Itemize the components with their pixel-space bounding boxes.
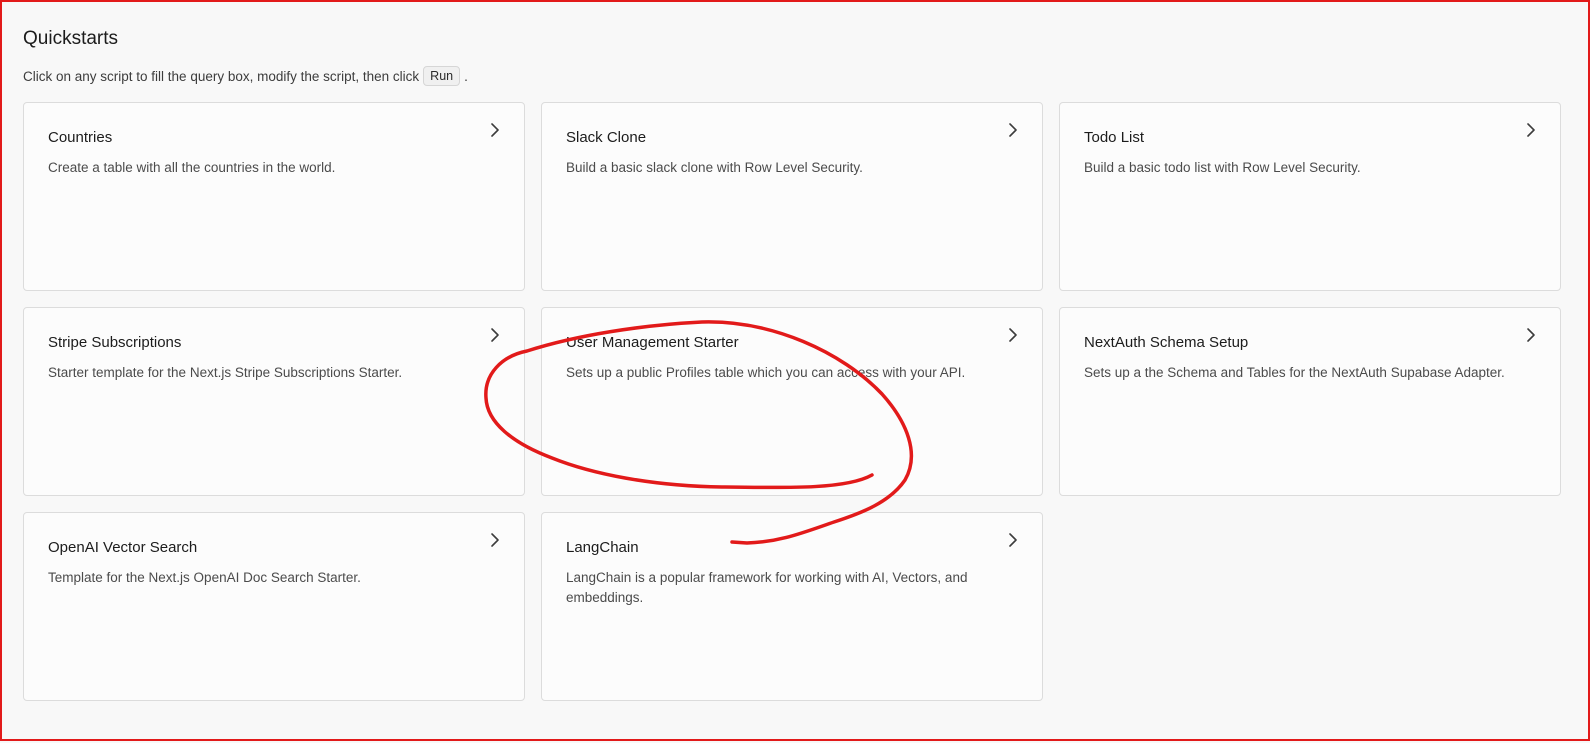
card-title: Countries bbox=[48, 129, 113, 146]
run-keyword-chip: Run bbox=[423, 66, 461, 86]
quickstart-grid: Countries Create a table with all the co… bbox=[23, 102, 1561, 701]
card-description: LangChain is a popular framework for wor… bbox=[566, 570, 968, 605]
quickstart-card-langchain[interactable]: LangChain LangChain is a popular framewo… bbox=[541, 512, 1043, 701]
card-title: NextAuth Schema Setup bbox=[1084, 334, 1249, 351]
card-description: Sets up a public Profiles table which yo… bbox=[566, 365, 966, 380]
chevron-right-icon bbox=[1009, 123, 1017, 137]
quickstart-card-stripe-subscriptions[interactable]: Stripe Subscriptions Starter template fo… bbox=[23, 307, 525, 496]
card-title: OpenAI Vector Search bbox=[48, 539, 198, 556]
card-description: Starter template for the Next.js Stripe … bbox=[48, 365, 403, 380]
chevron-right-icon bbox=[491, 328, 499, 342]
card-description: Create a table with all the countries in… bbox=[48, 160, 336, 175]
quickstart-card-openai-vector-search[interactable]: OpenAI Vector Search Template for the Ne… bbox=[23, 512, 525, 701]
quickstart-card-nextauth-schema-setup[interactable]: NextAuth Schema Setup Sets up a the Sche… bbox=[1059, 307, 1561, 496]
page-description-suffix: . bbox=[464, 68, 468, 84]
quickstart-card-countries[interactable]: Countries Create a table with all the co… bbox=[23, 102, 525, 291]
card-description: Build a basic slack clone with Row Level… bbox=[566, 160, 863, 175]
quickstart-card-todo-list[interactable]: Todo List Build a basic todo list with R… bbox=[1059, 102, 1561, 291]
card-description: Sets up a the Schema and Tables for the … bbox=[1084, 365, 1505, 380]
card-title: Stripe Subscriptions bbox=[48, 334, 182, 351]
page-title: Quickstarts bbox=[23, 28, 119, 49]
card-title: LangChain bbox=[566, 539, 639, 556]
card-title: Slack Clone bbox=[566, 129, 647, 146]
window-frame: Quickstarts Click on any script to fill … bbox=[0, 0, 1590, 741]
card-title: Todo List bbox=[1084, 129, 1145, 146]
chevron-right-icon bbox=[1009, 533, 1017, 547]
card-description: Build a basic todo list with Row Level S… bbox=[1084, 160, 1361, 175]
chevron-right-icon bbox=[491, 123, 499, 137]
page-description-text: Click on any script to fill the query bo… bbox=[23, 68, 420, 84]
page-description: Click on any script to fill the query bo… bbox=[23, 66, 468, 86]
chevron-right-icon bbox=[491, 533, 499, 547]
chevron-right-icon bbox=[1009, 328, 1017, 342]
chevron-right-icon bbox=[1527, 328, 1535, 342]
card-title: User Management Starter bbox=[566, 334, 739, 351]
quickstart-card-slack-clone[interactable]: Slack Clone Build a basic slack clone wi… bbox=[541, 102, 1043, 291]
card-description: Template for the Next.js OpenAI Doc Sear… bbox=[48, 570, 361, 585]
quickstart-card-user-management-starter[interactable]: User Management Starter Sets up a public… bbox=[541, 307, 1043, 496]
chevron-right-icon bbox=[1527, 123, 1535, 137]
